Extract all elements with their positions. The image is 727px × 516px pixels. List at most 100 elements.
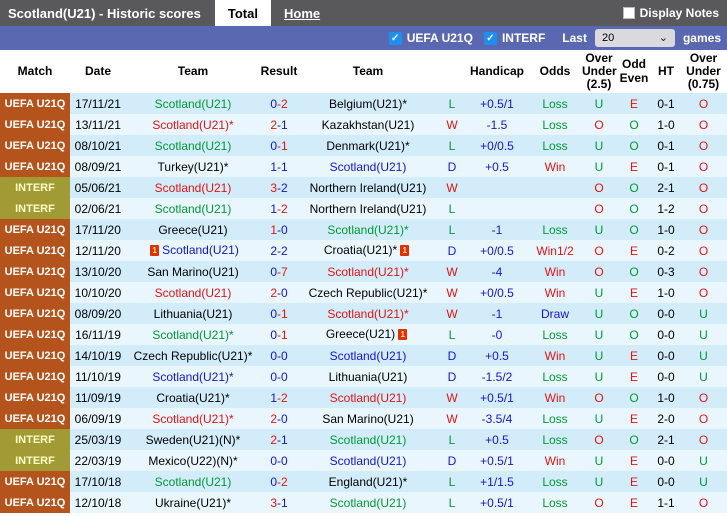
match-date: 13/11/21 (75, 117, 121, 132)
over-under-075: O (680, 240, 727, 261)
wdl-value: D (447, 159, 457, 174)
over-under-25: O (582, 177, 616, 198)
away-team: England(U21)* (298, 471, 438, 492)
match-type-badge: UEFA U21Q (0, 303, 70, 324)
match-type-badge: UEFA U21Q (0, 282, 70, 303)
over-under-075-value: O (698, 159, 709, 174)
handicap-number: +0.5/1 (480, 495, 514, 510)
home-team-name: Sweden(U21)(N)* (145, 432, 241, 447)
handicap-number: +0.5 (485, 348, 509, 363)
wdl-value: L (448, 138, 456, 153)
away-score: 7 (281, 264, 288, 279)
result-score: 2-0 (260, 408, 298, 429)
odd-even: O (616, 387, 652, 408)
win-draw-loss: W (438, 177, 466, 198)
handicap-value: +0/0.5 (466, 135, 528, 156)
match-date: 22/03/19 (74, 453, 122, 468)
away-team: Czech Republic(U21)* (298, 282, 438, 303)
half-time-score: 0-2 (657, 243, 675, 258)
win-draw-loss: L (438, 93, 466, 114)
away-score: 2 (281, 180, 288, 195)
over-under-075-value: O (698, 243, 709, 258)
odds-result: Loss (528, 219, 582, 240)
odds-result (528, 177, 582, 198)
match-type-badge: UEFA U21Q (0, 93, 70, 114)
odd-even-value: O (629, 117, 639, 132)
wdl-value: L (448, 201, 456, 216)
match-date: 08/09/20 (74, 306, 122, 321)
tab-home[interactable]: Home (271, 0, 333, 26)
tab-total[interactable]: Total (214, 0, 271, 26)
odds-result: Loss (528, 114, 582, 135)
over-under-075-value: U (699, 453, 708, 468)
table-row: INTERF 22/03/19 Mexico(U22)(N)* 0-0 Scotland… (0, 450, 727, 471)
over-under-075: U (680, 303, 727, 324)
home-score: 0 (270, 327, 277, 342)
over-under-25-value: U (594, 327, 604, 342)
games-count-select[interactable]: 20 (594, 29, 675, 47)
odds-result: Loss (528, 429, 582, 450)
odd-even-value: E (629, 96, 638, 111)
over-under-075-value: O (698, 432, 709, 447)
odds-value: Loss (542, 369, 568, 384)
over-under-075: O (680, 156, 727, 177)
home-score: 2 (270, 411, 277, 426)
wdl-value: D (447, 453, 457, 468)
away-team-name: Scotland(U21) (329, 453, 407, 468)
home-team-name: Scotland(U21) (162, 243, 239, 258)
over-under-25-value: O (594, 117, 604, 132)
display-notes-checkbox[interactable] (622, 7, 635, 19)
away-team-name: Scotland(U21) (329, 159, 407, 174)
odd-even-value: E (629, 411, 638, 426)
uefa-u21q-checkbox checkmark-icon[interactable] (388, 31, 402, 45)
away-team-name: Scotland(U21)* (327, 306, 409, 321)
over-under-075: O (680, 198, 727, 219)
result-score: 3-1 (260, 492, 298, 513)
home-team: Scotland(U21)* (126, 114, 260, 135)
half-time-score: 0-3 (657, 264, 675, 279)
away-team-name: Northern Ireland(U21) (309, 201, 427, 216)
odds-result: Loss (528, 93, 582, 114)
match-type-badge: UEFA U21Q (0, 471, 70, 492)
away-score: 2 (281, 243, 288, 258)
half-time-score: 0-1 (657, 96, 675, 111)
odds-value: Loss (542, 432, 568, 447)
match-date: 08/09/21 (74, 159, 122, 174)
table-row: UEFA U21Q 08/09/20 Lithuania(U21) 0-1 Scotla… (0, 303, 727, 324)
result-score: 0-0 (260, 450, 298, 471)
away-team: Greece(U21) 1 (298, 324, 438, 345)
handicap-number: -4 (491, 264, 503, 279)
red-card-icon: 1 (398, 328, 408, 340)
odds-result: Loss (528, 366, 582, 387)
odds-value: Win (544, 159, 566, 174)
away-score: 2 (281, 96, 288, 111)
odd-even: E (616, 240, 652, 261)
odd-even-value: O (629, 432, 639, 447)
over-under-075: O (680, 93, 727, 114)
result-score: 0-2 (260, 471, 298, 492)
odds-result: Win (528, 387, 582, 408)
result-score: 2-1 (260, 429, 298, 450)
handicap-number: +0/0.5 (480, 285, 514, 300)
over-under-25: U (582, 156, 616, 177)
over-under-25: O (582, 387, 616, 408)
result-score: 1-2 (260, 387, 298, 408)
home-team: Scotland(U21) (126, 471, 260, 492)
away-score: 0 (281, 222, 288, 237)
odds-result: Win1/2 (528, 240, 582, 261)
away-score: 1 (281, 159, 288, 174)
away-team: Denmark(U21)* (298, 135, 438, 156)
handicap-value: -1.5 (466, 114, 528, 135)
col-team-home: Team (126, 50, 260, 93)
away-team-name: Lithuania(U21) (328, 369, 408, 384)
match-type-badge: UEFA U21Q (0, 240, 70, 261)
interf-checkbox checkmark-icon[interactable] (483, 31, 497, 45)
handicap-number: -1 (491, 306, 503, 321)
handicap-value: -0 (466, 324, 528, 345)
away-team-name: Northern Ireland(U21) (309, 180, 427, 195)
away-score: 0 (281, 453, 288, 468)
away-team-name: Scotland(U21)* (327, 264, 409, 279)
chevron-down-icon (659, 33, 668, 43)
result-score: 0-0 (260, 366, 298, 387)
result-score: 0-2 (260, 93, 298, 114)
